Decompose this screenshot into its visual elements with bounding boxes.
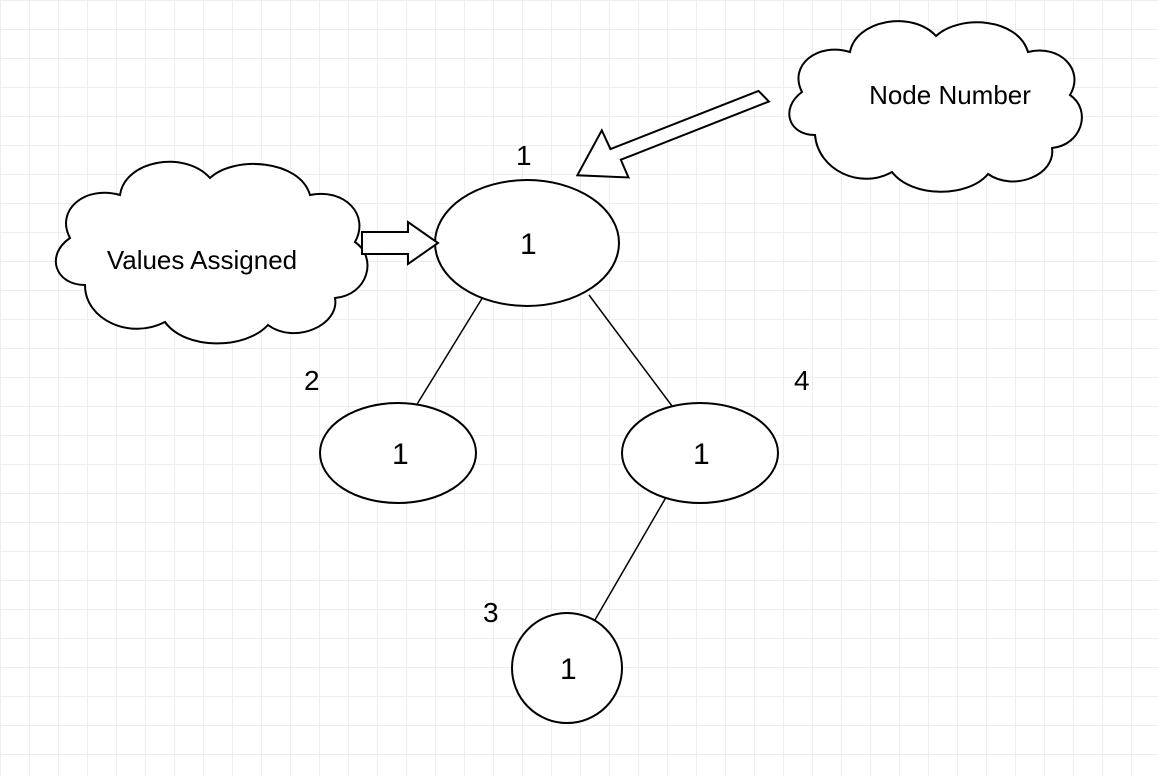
arrow-number-to-label [575, 91, 772, 180]
node-1-value: 1 [520, 228, 537, 262]
node-4-number: 4 [794, 365, 810, 397]
cloud-node-number-label: Node Number [840, 80, 1060, 111]
edge-1-4 [589, 295, 678, 414]
cloud-values-assigned-label: Values Assigned [62, 245, 342, 276]
arrow-values-to-node [362, 222, 438, 264]
node-4-value: 1 [693, 438, 710, 472]
node-3-value: 1 [560, 653, 577, 687]
node-2-value: 1 [392, 438, 409, 472]
node-3-number: 3 [483, 597, 499, 629]
edge-4-3 [592, 487, 672, 625]
diagram-canvas: Values Assigned Node Number 1 1 2 1 4 1 … [0, 0, 1158, 776]
node-1-number: 1 [516, 140, 532, 172]
edge-1-2 [411, 292, 486, 414]
node-2-number: 2 [304, 365, 320, 397]
